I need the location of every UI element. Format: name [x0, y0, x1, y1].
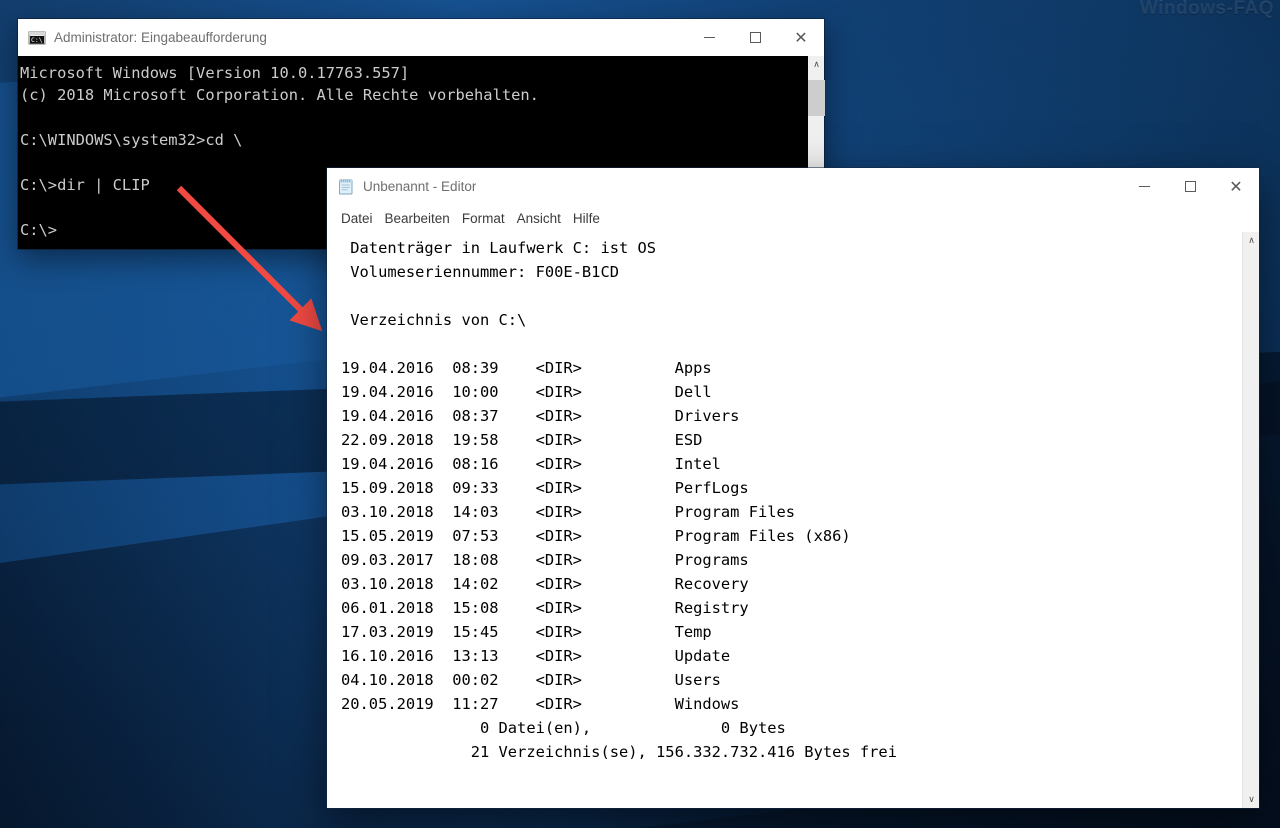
- notepad-close-button[interactable]: ✕: [1213, 168, 1259, 205]
- cmd-window-controls[interactable]: ✕: [686, 19, 824, 56]
- notepad-scrollbar[interactable]: ∧ ∨: [1242, 232, 1259, 808]
- menu-format[interactable]: Format: [456, 209, 511, 228]
- notepad-window[interactable]: Unbenannt - Editor ✕ Datei Bearbeiten Fo…: [327, 168, 1259, 808]
- notepad-titlebar[interactable]: Unbenannt - Editor ✕: [327, 168, 1259, 205]
- close-icon: ✕: [794, 30, 807, 46]
- close-icon: ✕: [1229, 179, 1242, 195]
- notepad-text-content[interactable]: Datenträger in Laufwerk C: ist OS Volume…: [327, 232, 1242, 808]
- notepad-icon: [337, 178, 355, 196]
- notepad-scroll-down-icon[interactable]: ∨: [1243, 791, 1260, 808]
- console-icon: C:\: [28, 29, 46, 47]
- notepad-scroll-up-icon[interactable]: ∧: [1243, 232, 1260, 249]
- menu-hilfe[interactable]: Hilfe: [567, 209, 606, 228]
- menu-ansicht[interactable]: Ansicht: [511, 209, 567, 228]
- menu-bearbeiten[interactable]: Bearbeiten: [379, 209, 456, 228]
- cmd-title-text: Administrator: Eingabeaufforderung: [54, 30, 267, 45]
- cmd-scrollbar-thumb[interactable]: [808, 80, 825, 116]
- menu-datei[interactable]: Datei: [335, 209, 379, 228]
- notepad-window-controls[interactable]: ✕: [1121, 168, 1259, 205]
- svg-text:C:\: C:\: [31, 36, 43, 44]
- notepad-text-area-container[interactable]: Datenträger in Laufwerk C: ist OS Volume…: [327, 231, 1259, 808]
- desktop: Windows-FAQ C:\ Administrator: Eingabeau…: [0, 0, 1280, 828]
- notepad-title-text: Unbenannt - Editor: [363, 179, 476, 194]
- notepad-minimize-button[interactable]: [1121, 168, 1167, 205]
- notepad-maximize-button[interactable]: [1167, 168, 1213, 205]
- cmd-minimize-button[interactable]: [686, 19, 732, 56]
- watermark-text: Windows-FAQ: [1140, 0, 1274, 20]
- cmd-scroll-up-icon[interactable]: ∧: [808, 56, 825, 73]
- cmd-titlebar[interactable]: C:\ Administrator: Eingabeaufforderung ✕: [18, 19, 824, 56]
- cmd-maximize-button[interactable]: [732, 19, 778, 56]
- cmd-close-button[interactable]: ✕: [778, 19, 824, 56]
- notepad-menubar[interactable]: Datei Bearbeiten Format Ansicht Hilfe: [327, 205, 1259, 231]
